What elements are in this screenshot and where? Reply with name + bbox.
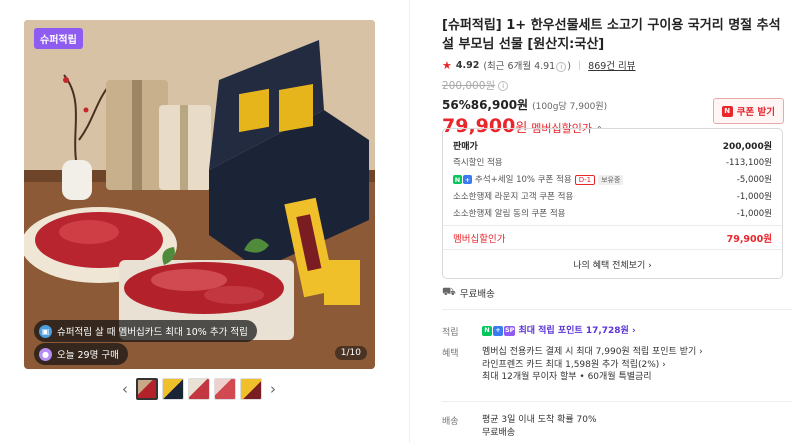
thumbnail-4[interactable] (214, 378, 236, 400)
section-divider-1 (442, 309, 792, 310)
chevron-right-icon[interactable]: › (266, 377, 280, 401)
coupon-button-label: 쿠폰 받기 (736, 107, 775, 118)
card-icon: ▣ (39, 324, 52, 338)
benefit-row: 혜택 멤버십 전용카드 결제 시 최대 7,990원 적립 포인트 받기 › 라… (442, 346, 792, 388)
column-divider (409, 0, 410, 443)
star-icon: ★ (442, 58, 452, 72)
benefit-item[interactable]: 라인프렌즈 카드 최대 1,598원 추가 적립(2%) › (482, 359, 703, 372)
breakdown-divider-2 (443, 249, 782, 250)
promo-text-membership: 슈퍼적립 살 때 멤버십카드 최대 10% 추가 적립 (57, 327, 248, 338)
chevron-right-icon: › (645, 261, 652, 271)
product-main-image[interactable]: 슈퍼적립 ▣ 슈퍼적립 살 때 멤버십카드 최대 10% 추가 적립 ● 오늘 … (24, 20, 375, 369)
shipping-summary-text: 무료배송 (459, 288, 495, 300)
original-price-value: 200,000원 (442, 80, 496, 92)
breakdown-row-alert-coupon: 소소한행제 알림 동의 쿠폰 적용 -1,000원 (453, 209, 772, 219)
promo-pill-membership: ▣ 슈퍼적립 살 때 멤버십카드 최대 10% 추가 적립 (34, 320, 257, 342)
promo-text-purchases: 오늘 29명 구매 (57, 350, 119, 361)
unit-price: (100g당 7,900원) (532, 102, 608, 112)
point-row: 적립 N + SP 최대 적립 포인트 17,728원 › (442, 325, 792, 339)
promo-pill-purchases: ● 오늘 29명 구매 (34, 343, 128, 365)
breakdown-total: 멤버십할인가 79,900원 (453, 234, 772, 245)
benefit-label: 혜택 (442, 349, 459, 359)
point-label: 적립 (442, 328, 459, 338)
chevron-left-icon[interactable]: ‹ (118, 377, 132, 401)
price-info-icon[interactable]: i (498, 80, 509, 91)
npay-plus-icon: N + SP (482, 325, 516, 336)
npay-plus-icon: N + (453, 175, 472, 184)
chevron-right-icon: › (659, 359, 666, 370)
owned-tag: 보유중 (598, 174, 624, 185)
thumbnail-1[interactable] (136, 378, 158, 400)
benefit-item: 최대 12개월 무이자 할부 • 60개월 특별금리 (482, 372, 652, 382)
thumbnail-3[interactable] (188, 378, 210, 400)
breakdown-divider (443, 225, 782, 226)
chevron-right-icon: › (628, 326, 636, 336)
my-benefits-link[interactable]: 나의 혜택 전체보기 › (443, 258, 782, 271)
discount-rate: 56%86,900원 (442, 98, 529, 112)
point-value[interactable]: N + SP 최대 적립 포인트 17,728원 › (482, 325, 636, 338)
image-counter: 1/10 (334, 346, 367, 360)
delivery-fee: 무료배송 (482, 427, 516, 438)
benefit-item[interactable]: 멤버십 전용카드 결제 시 최대 7,990원 적립 포인트 받기 › (482, 346, 703, 359)
info-icon[interactable]: i (556, 62, 567, 72)
rating-separator: | (577, 59, 582, 71)
dday-tag: D-1 (574, 174, 596, 185)
breakdown-row-list-price: 판매가 200,000원 (453, 142, 772, 152)
thumbnail-strip: ‹ › (118, 377, 280, 401)
breakdown-row-coupon: N + 추석+세일 10% 쿠폰 적용 D-1 보유중 -5,000원 (453, 174, 772, 185)
benefit-list: 멤버십 전용카드 결제 시 최대 7,990원 적립 포인트 받기 › 라인프렌… (482, 346, 703, 384)
shipping-summary: ⛟ 무료배송 (442, 285, 495, 300)
section-divider-2 (442, 401, 792, 402)
rating-row: ★ 4.92 (최근 6개월 4.91 i) | 869건 리뷰 (442, 58, 792, 72)
delivery-info: 평균 3일 이내 도착 확률 70% 무료배송 (482, 414, 597, 439)
coupon-icon: N (721, 105, 733, 117)
delivery-row: 배송 평균 3일 이내 도착 확률 70% 무료배송 (442, 414, 792, 442)
coupon-button[interactable]: N 쿠폰 받기 (712, 98, 784, 124)
thumbnail-5[interactable] (240, 378, 262, 400)
thumbnail-2[interactable] (162, 378, 184, 400)
truck-icon: ⛟ (442, 285, 456, 298)
product-info: [슈퍼적립] 1+ 한우선물세트 소고기 구이용 국거리 명절 추석 설 부모님… (442, 16, 792, 137)
breakdown-row-instant-discount: 즉시할인 적용 -113,100원 (453, 158, 772, 168)
rating-score: 4.92 (455, 59, 480, 71)
rating-recent: (최근 6개월 4.91 i) (483, 61, 571, 72)
chevron-right-icon: › (696, 347, 703, 357)
review-count-link[interactable]: 869건 리뷰 (588, 58, 635, 72)
super-point-badge: 슈퍼적립 (34, 28, 83, 49)
original-price: 200,000원 i (442, 78, 792, 93)
delivery-label: 배송 (442, 417, 459, 427)
price-breakdown: 판매가 200,000원 즉시할인 적용 -113,100원 N + 추석+세일 10%… (442, 128, 783, 279)
breakdown-row-lounge-coupon: 소소한행제 라운지 고객 쿠폰 적용 -1,000원 (453, 192, 772, 202)
delivery-eta: 평균 3일 이내 도착 확률 70% (482, 415, 597, 425)
people-icon: ● (39, 347, 52, 361)
product-title: [슈퍼적립] 1+ 한우선물세트 소고기 구이용 국거리 명절 추석 설 부모님… (442, 18, 781, 52)
product-photo (24, 20, 375, 369)
